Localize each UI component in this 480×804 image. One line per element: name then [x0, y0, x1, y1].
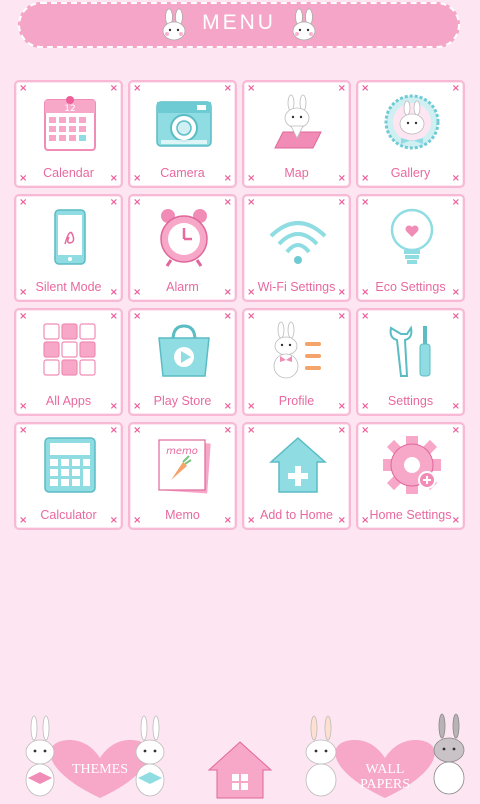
app-label: Alarm	[166, 280, 199, 294]
tile-corner-mark: ×	[109, 311, 118, 322]
memo-text: memo	[166, 446, 198, 457]
menu-header: MENU	[18, 2, 460, 48]
tile-corner-mark: ×	[337, 197, 346, 208]
tile-corner-mark: ×	[19, 425, 28, 436]
tile-corner-mark: ×	[337, 425, 346, 436]
app-label: Eco Settings	[375, 280, 446, 294]
phone-icon	[54, 209, 86, 265]
tile-corner-mark: ×	[223, 197, 232, 208]
tile-corner-mark: ×	[451, 311, 460, 322]
app-label: Profile	[278, 394, 315, 408]
app-label: Memo	[165, 508, 200, 522]
tile-corner-mark: ×	[361, 83, 370, 94]
tile-corner-mark: ×	[223, 83, 232, 94]
add-home-icon	[269, 436, 327, 493]
app-tile-calculator[interactable]: × × × × Calculator	[14, 422, 123, 530]
tile-corner-mark: ×	[337, 311, 346, 322]
alarm-clock-icon	[160, 209, 208, 267]
home-button[interactable]	[205, 740, 275, 800]
tile-corner-mark: ×	[247, 425, 256, 436]
tile-corner-mark: ×	[451, 83, 460, 94]
app-tile-silent-mode[interactable]: × × × × Silent Mode	[14, 194, 123, 302]
app-tile-profile[interactable]: × × × × Profile	[242, 308, 351, 416]
grid-icon	[43, 323, 96, 376]
tile-corner-mark: ×	[109, 197, 118, 208]
app-tile-memo[interactable]: × × × × memo Memo	[128, 422, 237, 530]
app-label: Calendar	[43, 166, 94, 180]
app-label: Gallery	[390, 166, 431, 180]
app-tile-gallery[interactable]: × × × × Gallery	[356, 80, 465, 188]
bunny-right-icon	[292, 8, 316, 41]
app-label: Silent Mode	[35, 280, 102, 294]
app-tile-map[interactable]: × × × × Map	[242, 80, 351, 188]
tile-corner-mark: ×	[337, 83, 346, 94]
memo-icon: memo	[158, 439, 211, 494]
wifi-icon	[269, 221, 327, 264]
tile-corner-mark: ×	[133, 425, 142, 436]
app-label: Map	[284, 166, 309, 180]
calculator-icon	[44, 437, 96, 493]
app-tile-all-apps[interactable]: × × × × All Apps	[14, 308, 123, 416]
app-tile-camera[interactable]: × × × × Camera	[128, 80, 237, 188]
tile-corner-mark: ×	[133, 83, 142, 94]
themes-button[interactable]: THEMES	[20, 710, 180, 800]
app-grid: × × × × 12 Calendar × × × × Camera × × ×…	[14, 80, 466, 530]
tile-corner-mark: ×	[247, 197, 256, 208]
menu-title: MENU	[202, 11, 276, 34]
app-tile-play-store[interactable]: × × × × Play Store	[128, 308, 237, 416]
app-label: Calculator	[40, 508, 97, 522]
app-label: Play Store	[153, 394, 212, 408]
tile-corner-mark: ×	[109, 425, 118, 436]
tile-corner-mark: ×	[247, 311, 256, 322]
app-tile-alarm[interactable]: × × × × Alarm	[128, 194, 237, 302]
tile-corner-mark: ×	[223, 425, 232, 436]
tile-corner-mark: ×	[19, 83, 28, 94]
tile-corner-mark: ×	[247, 83, 256, 94]
wallpapers-button[interactable]: WALL PAPERS	[300, 710, 470, 800]
lightbulb-icon	[390, 208, 434, 264]
app-label: Camera	[160, 166, 205, 180]
wallpapers-label-line2: PAPERS	[359, 777, 411, 792]
app-label: Home Settings	[369, 508, 452, 522]
app-label: Settings	[387, 394, 434, 408]
app-label: Add to Home	[260, 508, 333, 522]
tile-corner-mark: ×	[451, 197, 460, 208]
map-icon	[274, 94, 322, 149]
bunny-profile-icon	[273, 321, 321, 379]
themes-label: THEMES	[72, 762, 128, 777]
themes-heart-icon	[25, 715, 165, 798]
tile-corner-mark: ×	[19, 311, 28, 322]
app-label: All Apps	[45, 394, 92, 408]
shopping-bag-icon	[158, 324, 210, 377]
app-tile-add-to-home[interactable]: × × × × Add to Home	[242, 422, 351, 530]
calendar-icon: 12	[44, 96, 96, 151]
calendar-date: 12	[64, 104, 75, 114]
tile-corner-mark: ×	[361, 425, 370, 436]
home-icon	[207, 741, 273, 799]
wallpapers-label-line1: WALL	[365, 762, 405, 777]
bottom-dock: THEMES WALL PAPERS	[0, 700, 480, 800]
gallery-icon	[384, 94, 440, 150]
tile-corner-mark: ×	[109, 83, 118, 94]
app-tile-wifi-settings[interactable]: × × × × Wi-Fi Settings	[242, 194, 351, 302]
camera-icon	[156, 101, 212, 147]
app-label: Wi-Fi Settings	[257, 280, 336, 294]
tile-corner-mark: ×	[223, 311, 232, 322]
app-tile-home-settings[interactable]: × × × × Home Settings	[356, 422, 465, 530]
app-tile-eco-settings[interactable]: × × × × Eco Settings	[356, 194, 465, 302]
tile-corner-mark: ×	[133, 197, 142, 208]
tile-corner-mark: ×	[451, 425, 460, 436]
tile-corner-mark: ×	[361, 311, 370, 322]
app-tile-calendar[interactable]: × × × × 12 Calendar	[14, 80, 123, 188]
app-tile-settings[interactable]: × × × × Settings	[356, 308, 465, 416]
tools-icon	[389, 325, 431, 377]
tile-corner-mark: ×	[133, 311, 142, 322]
gear-icon	[383, 436, 441, 494]
tile-corner-mark: ×	[361, 197, 370, 208]
tile-corner-mark: ×	[19, 197, 28, 208]
